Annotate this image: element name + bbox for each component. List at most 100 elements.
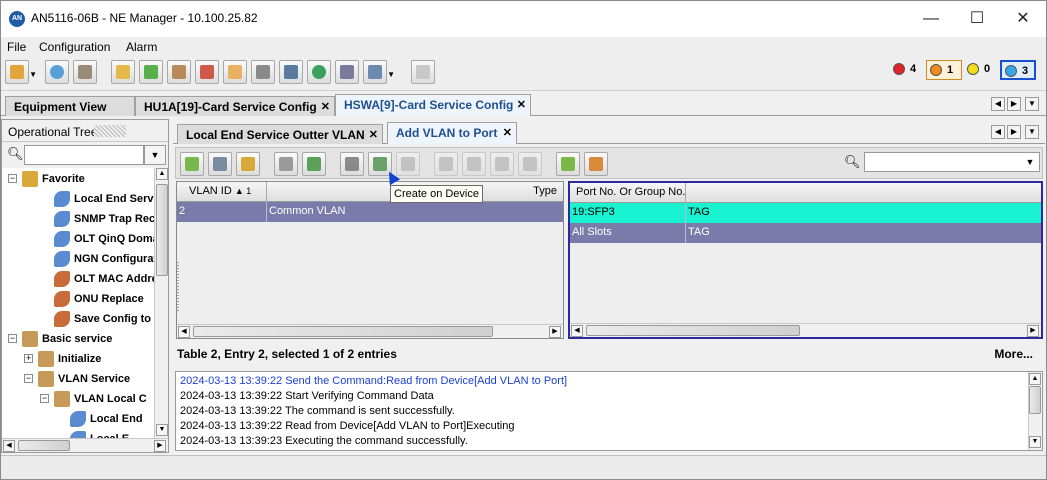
add-row-button[interactable] bbox=[180, 152, 204, 176]
collapse-icon[interactable]: − bbox=[8, 174, 17, 183]
tab-scroll-right-icon[interactable]: ▶ bbox=[1007, 97, 1021, 111]
monitor-button[interactable] bbox=[335, 60, 359, 84]
tree-node[interactable]: ONU Replace bbox=[2, 290, 154, 310]
close-tab-icon[interactable]: ✕ bbox=[321, 100, 330, 113]
port-table-hscrollbar[interactable]: ◀ ▶ bbox=[570, 323, 1041, 337]
scroll-right-icon[interactable]: ▶ bbox=[1027, 325, 1039, 337]
menu-configuration[interactable]: Configuration bbox=[39, 40, 110, 54]
tree-node[interactable]: − Basic service bbox=[2, 330, 154, 350]
scroll-down-icon[interactable]: ▼ bbox=[1029, 436, 1041, 448]
tree-vertical-scrollbar[interactable]: ▲ ▼ bbox=[154, 168, 168, 438]
delete-on-device-button[interactable] bbox=[396, 152, 420, 176]
read-from-db-button[interactable] bbox=[274, 152, 298, 176]
scroll-thumb[interactable] bbox=[156, 184, 168, 276]
splitter-grip[interactable] bbox=[177, 262, 179, 312]
scroll-right-icon[interactable]: ▶ bbox=[154, 440, 166, 452]
tree-node[interactable]: OLT MAC Addre bbox=[2, 270, 154, 290]
window-menu-button[interactable]: ▼ bbox=[363, 60, 395, 84]
table-row[interactable]: All Slots TAG bbox=[570, 223, 1041, 243]
clock-button[interactable] bbox=[45, 60, 69, 84]
table-settings-button[interactable] bbox=[584, 152, 608, 176]
collapse-icon[interactable]: − bbox=[8, 334, 17, 343]
drag-grip-icon[interactable] bbox=[94, 125, 126, 137]
tree-horizontal-scrollbar[interactable]: ◀ ▶ bbox=[2, 438, 168, 452]
collapse-icon[interactable]: − bbox=[24, 374, 33, 383]
major-alarm-count[interactable]: 1 bbox=[926, 60, 962, 80]
add-config-button[interactable] bbox=[556, 152, 580, 176]
column-vlan-id[interactable]: VLAN ID ▲ 1 bbox=[177, 182, 267, 202]
server-button[interactable] bbox=[251, 60, 275, 84]
critical-alarm-count[interactable]: 4 bbox=[890, 60, 926, 80]
tab-hu1a-card-service-config[interactable]: HU1A[19]-Card Service Config ✕ bbox=[135, 96, 335, 116]
scroll-thumb[interactable] bbox=[18, 440, 70, 451]
scroll-left-icon[interactable]: ◀ bbox=[3, 440, 15, 452]
scroll-thumb[interactable] bbox=[586, 325, 800, 336]
vlan-table-hscrollbar[interactable]: ◀ ▶ bbox=[177, 324, 563, 338]
scroll-left-icon[interactable]: ◀ bbox=[178, 326, 190, 338]
tree-search-input[interactable] bbox=[24, 145, 144, 165]
tree-node[interactable]: SNMP Trap Rece bbox=[2, 210, 154, 230]
tree-node[interactable]: Local E bbox=[2, 430, 154, 438]
tab-add-vlan-to-port[interactable]: Add VLAN to Port ✕ bbox=[387, 122, 517, 144]
action-button-1[interactable] bbox=[434, 152, 458, 176]
action-button-3[interactable] bbox=[490, 152, 514, 176]
maximize-button[interactable]: ☐ bbox=[954, 7, 1000, 31]
subtab-scroll-right-icon[interactable]: ▶ bbox=[1007, 125, 1021, 139]
chevron-down-icon[interactable]: ▼ bbox=[1021, 153, 1039, 171]
system-config-button[interactable]: ▼ bbox=[5, 60, 37, 84]
close-window-button[interactable]: ✕ bbox=[1000, 7, 1046, 31]
tab-scroll-left-icon[interactable]: ◀ bbox=[991, 97, 1005, 111]
tab-hswa-card-service-config[interactable]: HSWA[9]-Card Service Config ✕ bbox=[335, 94, 531, 116]
tree-search-chevron-down-icon[interactable]: ▼ bbox=[144, 145, 166, 165]
tree-node[interactable]: Save Config to F bbox=[2, 310, 154, 330]
scroll-thumb[interactable] bbox=[1029, 386, 1041, 414]
subtab-scroll-left-icon[interactable]: ◀ bbox=[991, 125, 1005, 139]
scroll-right-icon[interactable]: ▶ bbox=[549, 326, 561, 338]
close-tab-icon[interactable]: ✕ bbox=[517, 98, 526, 111]
column-mode[interactable] bbox=[686, 183, 1041, 203]
tree-node[interactable]: − Favorite bbox=[2, 170, 154, 190]
tree-node[interactable]: − VLAN Service bbox=[2, 370, 154, 390]
collapse-icon[interactable]: − bbox=[40, 394, 49, 403]
table-row[interactable]: 19:SFP3 TAG bbox=[570, 203, 1041, 223]
scroll-up-icon[interactable]: ▲ bbox=[1029, 373, 1041, 385]
action-button-2[interactable] bbox=[462, 152, 486, 176]
tab-local-end-service-outter-vlan[interactable]: Local End Service Outter VLAN ✕ bbox=[177, 124, 383, 144]
tree-node[interactable]: Local End Servic bbox=[2, 190, 154, 210]
scroll-down-icon[interactable]: ▼ bbox=[156, 424, 168, 436]
action-button-4[interactable] bbox=[518, 152, 542, 176]
tree-node[interactable]: NGN Configuratio bbox=[2, 250, 154, 270]
close-tab-icon[interactable]: ✕ bbox=[503, 126, 512, 139]
exit-button[interactable] bbox=[411, 60, 435, 84]
table-row[interactable]: 2 Common VLAN bbox=[177, 202, 563, 222]
column-port-no[interactable]: Port No. Or Group No. bbox=[570, 183, 686, 203]
list-button[interactable] bbox=[279, 60, 303, 84]
globe-button[interactable] bbox=[307, 60, 331, 84]
scroll-left-icon[interactable]: ◀ bbox=[571, 325, 583, 337]
tree-node[interactable]: + Initialize bbox=[2, 350, 154, 370]
log-vertical-scrollbar[interactable]: ▲ ▼ bbox=[1028, 372, 1042, 450]
notes-button[interactable] bbox=[223, 60, 247, 84]
print-red-button[interactable] bbox=[195, 60, 219, 84]
delete-row-button[interactable] bbox=[208, 152, 232, 176]
report-button[interactable] bbox=[167, 60, 191, 84]
device-button[interactable] bbox=[73, 60, 97, 84]
menu-file[interactable]: File bbox=[7, 40, 26, 54]
menu-alarm[interactable]: Alarm bbox=[126, 40, 157, 54]
tab-list-chevron-down-icon[interactable]: ▼ bbox=[1025, 97, 1039, 111]
more-link[interactable]: More... bbox=[994, 347, 1033, 361]
warning-alarm-count[interactable]: 3 bbox=[1000, 60, 1036, 80]
minimize-button[interactable]: — bbox=[908, 7, 954, 31]
read-from-device-button[interactable] bbox=[340, 152, 364, 176]
table-search-input[interactable]: ▼ bbox=[864, 152, 1040, 172]
tree-node[interactable]: Local End bbox=[2, 410, 154, 430]
tree-node[interactable]: − VLAN Local C bbox=[2, 390, 154, 410]
minor-alarm-count[interactable]: 0 bbox=[964, 60, 1000, 80]
edit-button[interactable] bbox=[111, 60, 135, 84]
expand-icon[interactable]: + bbox=[24, 354, 33, 363]
subtab-list-chevron-down-icon[interactable]: ▼ bbox=[1025, 125, 1039, 139]
tab-equipment-view[interactable]: Equipment View bbox=[5, 96, 135, 116]
tree-node[interactable]: OLT QinQ Domai bbox=[2, 230, 154, 250]
modify-row-button[interactable] bbox=[236, 152, 260, 176]
print-green-button[interactable] bbox=[139, 60, 163, 84]
